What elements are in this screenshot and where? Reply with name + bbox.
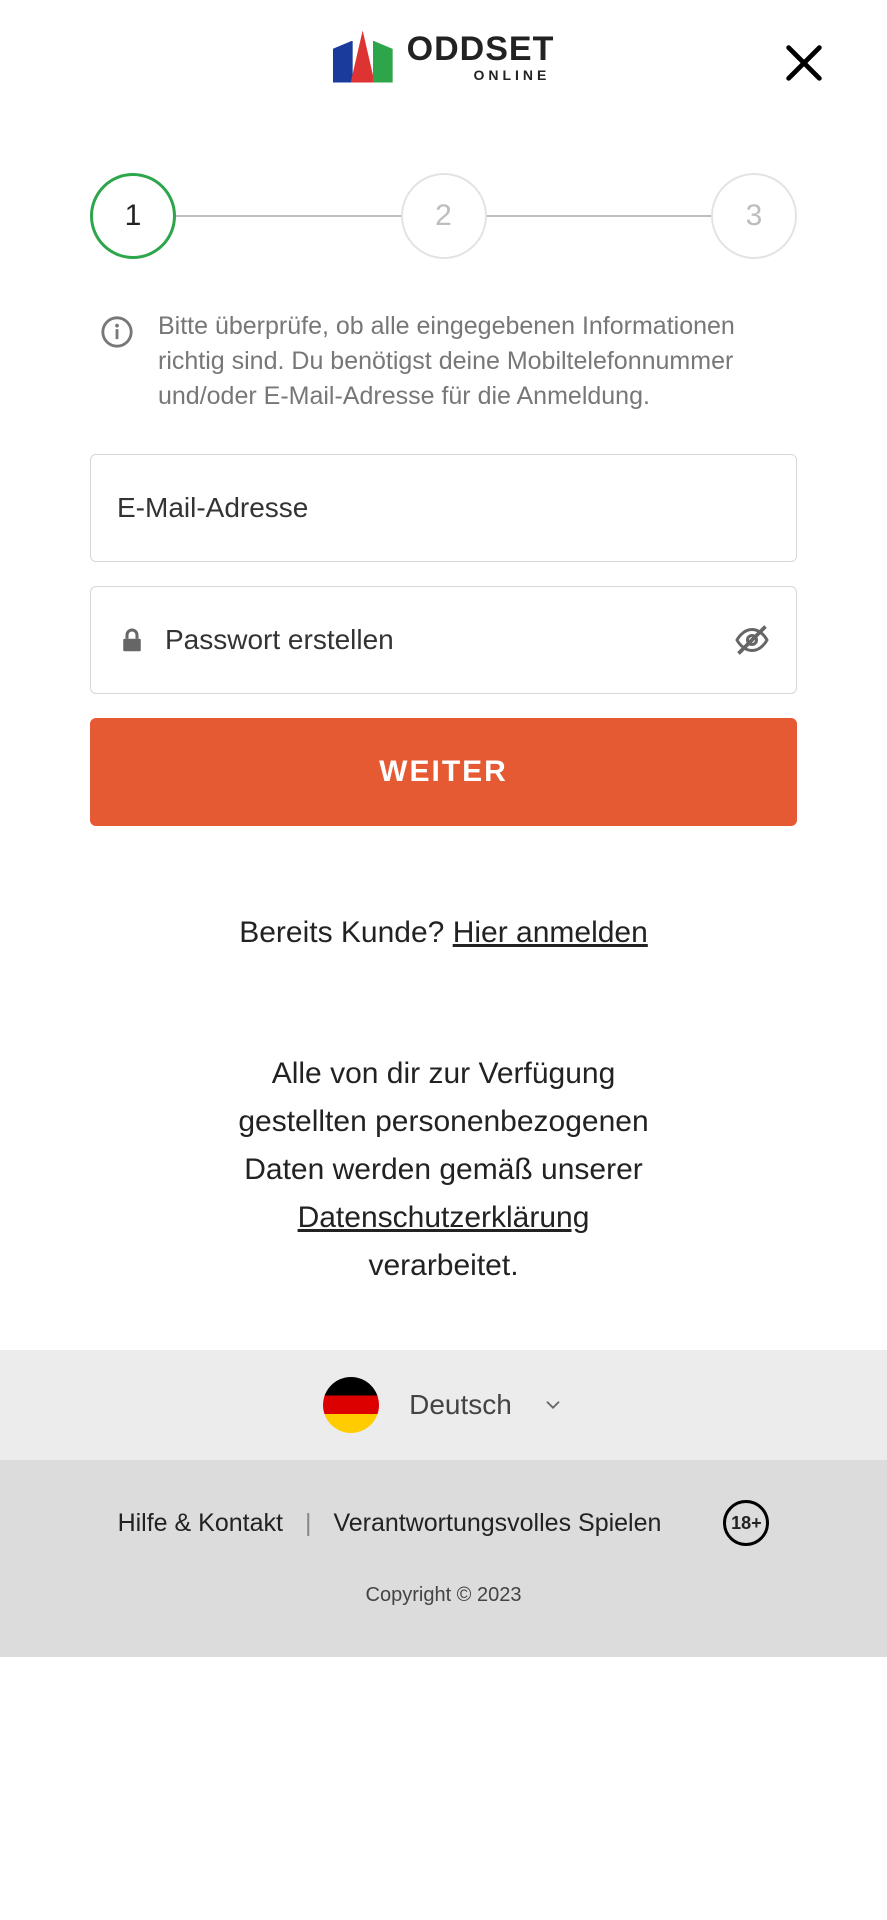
step-3: 3 — [711, 173, 797, 259]
lock-icon — [117, 625, 147, 655]
toggle-password-visibility[interactable] — [734, 622, 770, 658]
language-label: Deutsch — [409, 1389, 512, 1421]
password-field-wrapper — [90, 586, 797, 694]
footer: Hilfe & Kontakt | Verantwortungsvolles S… — [0, 1460, 887, 1657]
flag-germany-icon — [323, 1377, 379, 1433]
password-field[interactable] — [165, 624, 716, 656]
age-18-badge: 18+ — [723, 1500, 769, 1546]
language-selector[interactable]: Deutsch — [0, 1350, 887, 1460]
step-2: 2 — [401, 173, 487, 259]
footer-divider: | — [305, 1509, 312, 1538]
close-icon — [781, 40, 827, 86]
info-text: Bitte überprüfe, ob alle eingegebenen In… — [158, 309, 787, 414]
privacy-text-1: Alle von dir zur Verfügung gestellten pe… — [238, 1057, 648, 1186]
existing-customer-prefix: Bereits Kunde? — [239, 916, 452, 949]
step-connector — [487, 215, 712, 217]
signup-form: WEITER — [0, 454, 887, 826]
footer-links: Hilfe & Kontakt | Verantwortungsvolles S… — [0, 1500, 887, 1546]
responsible-gaming-link[interactable]: Verantwortungsvolles Spielen — [333, 1509, 661, 1538]
step-1: 1 — [90, 173, 176, 259]
close-button[interactable] — [781, 40, 827, 86]
privacy-paragraph: Alle von dir zur Verfügung gestellten pe… — [229, 1050, 659, 1290]
existing-customer-line: Bereits Kunde? Hier anmelden — [0, 916, 887, 950]
eye-off-icon — [734, 622, 770, 658]
continue-button[interactable]: WEITER — [90, 718, 797, 826]
chevron-down-icon — [542, 1394, 564, 1416]
privacy-policy-link[interactable]: Datenschutzerklärung — [298, 1201, 590, 1234]
brand-subtitle: ONLINE — [473, 67, 550, 83]
info-icon — [100, 315, 134, 349]
login-link[interactable]: Hier anmelden — [453, 916, 648, 949]
copyright-text: Copyright © 2023 — [0, 1584, 887, 1607]
email-field-wrapper — [90, 454, 797, 562]
info-message: Bitte überprüfe, ob alle eingegebenen In… — [0, 309, 887, 454]
brand-logo-mark — [333, 31, 393, 83]
step-connector — [176, 215, 401, 217]
help-contact-link[interactable]: Hilfe & Kontakt — [118, 1509, 283, 1538]
brand-logo: ODDSET ONLINE — [333, 30, 555, 83]
privacy-text-2: verarbeitet. — [368, 1249, 518, 1282]
header: ODDSET ONLINE — [0, 0, 887, 103]
email-field[interactable] — [117, 492, 770, 524]
brand-name: ODDSET — [407, 30, 555, 69]
progress-stepper: 1 2 3 — [0, 103, 887, 309]
